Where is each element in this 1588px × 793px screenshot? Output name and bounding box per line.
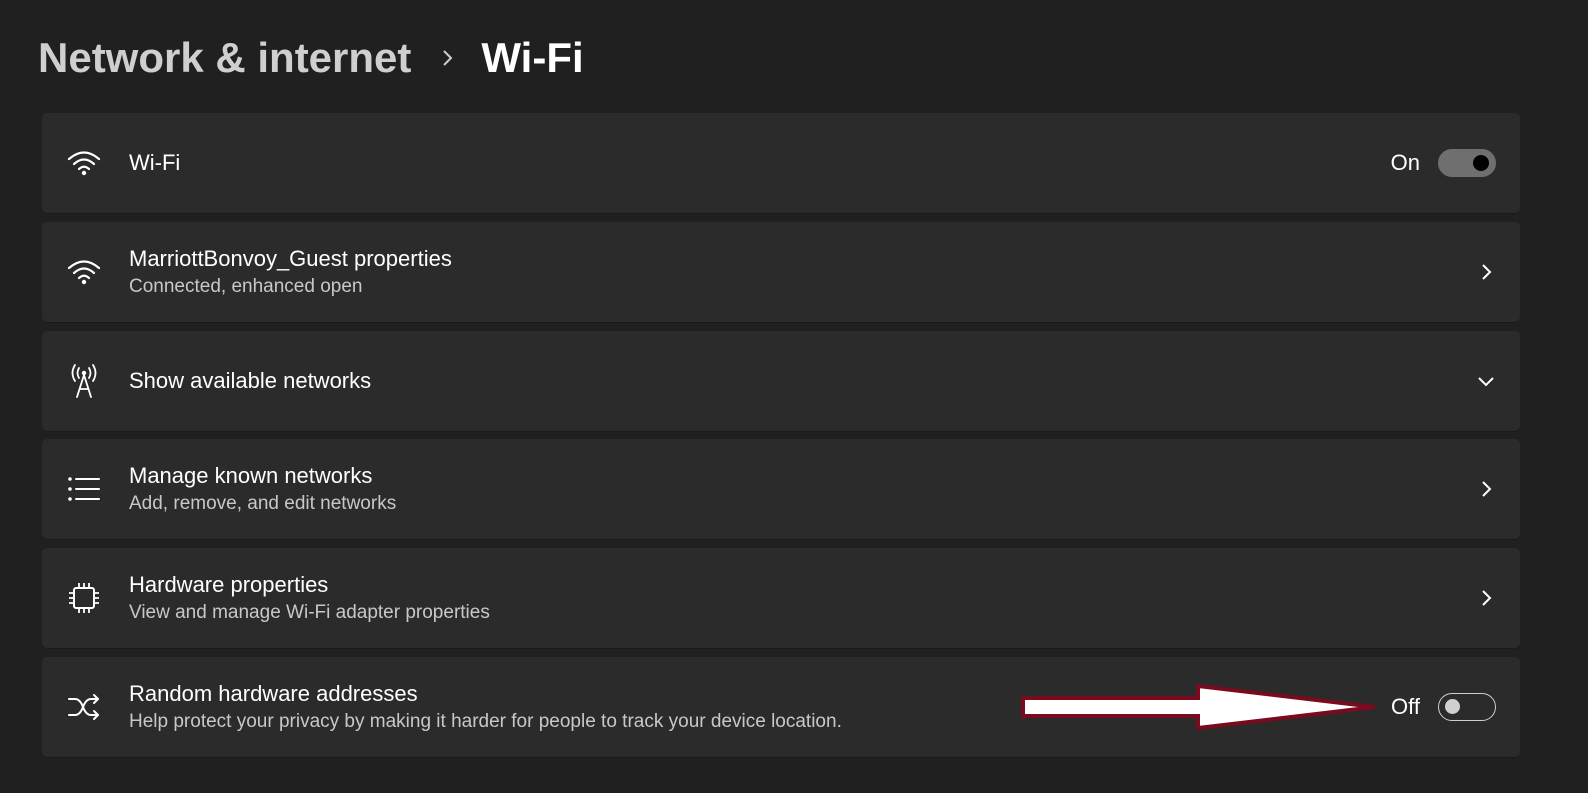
wifi-toggle[interactable]: [1438, 149, 1496, 177]
wifi-icon: [66, 145, 102, 181]
page-title: Wi-Fi: [481, 34, 584, 81]
random-hardware-addresses-toggle[interactable]: [1438, 693, 1496, 721]
breadcrumb-parent-link[interactable]: Network & internet: [38, 34, 411, 82]
breadcrumb: Network & internet Wi-Fi: [38, 28, 584, 88]
chevron-right-icon[interactable]: [1474, 477, 1498, 501]
toggle-state-label: Off: [1391, 694, 1420, 719]
show-available-networks-row[interactable]: Show available networks: [42, 331, 1520, 431]
row-subtitle: Connected, enhanced open: [129, 276, 363, 297]
toggle-state-label: On: [1390, 150, 1420, 175]
chevron-down-icon[interactable]: [1474, 369, 1498, 393]
wifi-setting-row[interactable]: Wi-Fi On: [42, 113, 1520, 213]
row-title: Random hardware addresses: [129, 681, 418, 706]
row-subtitle: View and manage Wi-Fi adapter properties: [129, 602, 490, 623]
hardware-properties-row[interactable]: Hardware properties View and manage Wi-F…: [42, 548, 1520, 648]
list-icon: [66, 471, 102, 507]
manage-known-networks-row[interactable]: Manage known networks Add, remove, and e…: [42, 439, 1520, 539]
annotation-arrow-icon: [1021, 683, 1376, 731]
row-title: Wi-Fi: [129, 150, 181, 175]
toggle-knob: [1473, 155, 1489, 171]
row-title: Show available networks: [129, 368, 372, 393]
wifi-icon: [66, 254, 102, 290]
row-title: Manage known networks: [129, 463, 373, 488]
settings-page: Network & internet Wi-Fi Wi-Fi On Marrio…: [0, 0, 1588, 793]
row-title: MarriottBonvoy_Guest properties: [129, 246, 452, 271]
chevron-right-icon[interactable]: [1474, 586, 1498, 610]
row-subtitle: Add, remove, and edit networks: [129, 493, 397, 514]
toggle-knob: [1445, 699, 1460, 714]
chevron-right-icon: [439, 28, 457, 88]
row-subtitle: Help protect your privacy by making it h…: [129, 711, 842, 732]
shuffle-icon: [66, 689, 102, 725]
network-properties-row[interactable]: MarriottBonvoy_Guest properties Connecte…: [42, 222, 1520, 322]
antenna-icon: [66, 363, 102, 399]
chip-icon: [66, 580, 102, 616]
row-title: Hardware properties: [129, 572, 329, 597]
chevron-right-icon[interactable]: [1474, 260, 1498, 284]
